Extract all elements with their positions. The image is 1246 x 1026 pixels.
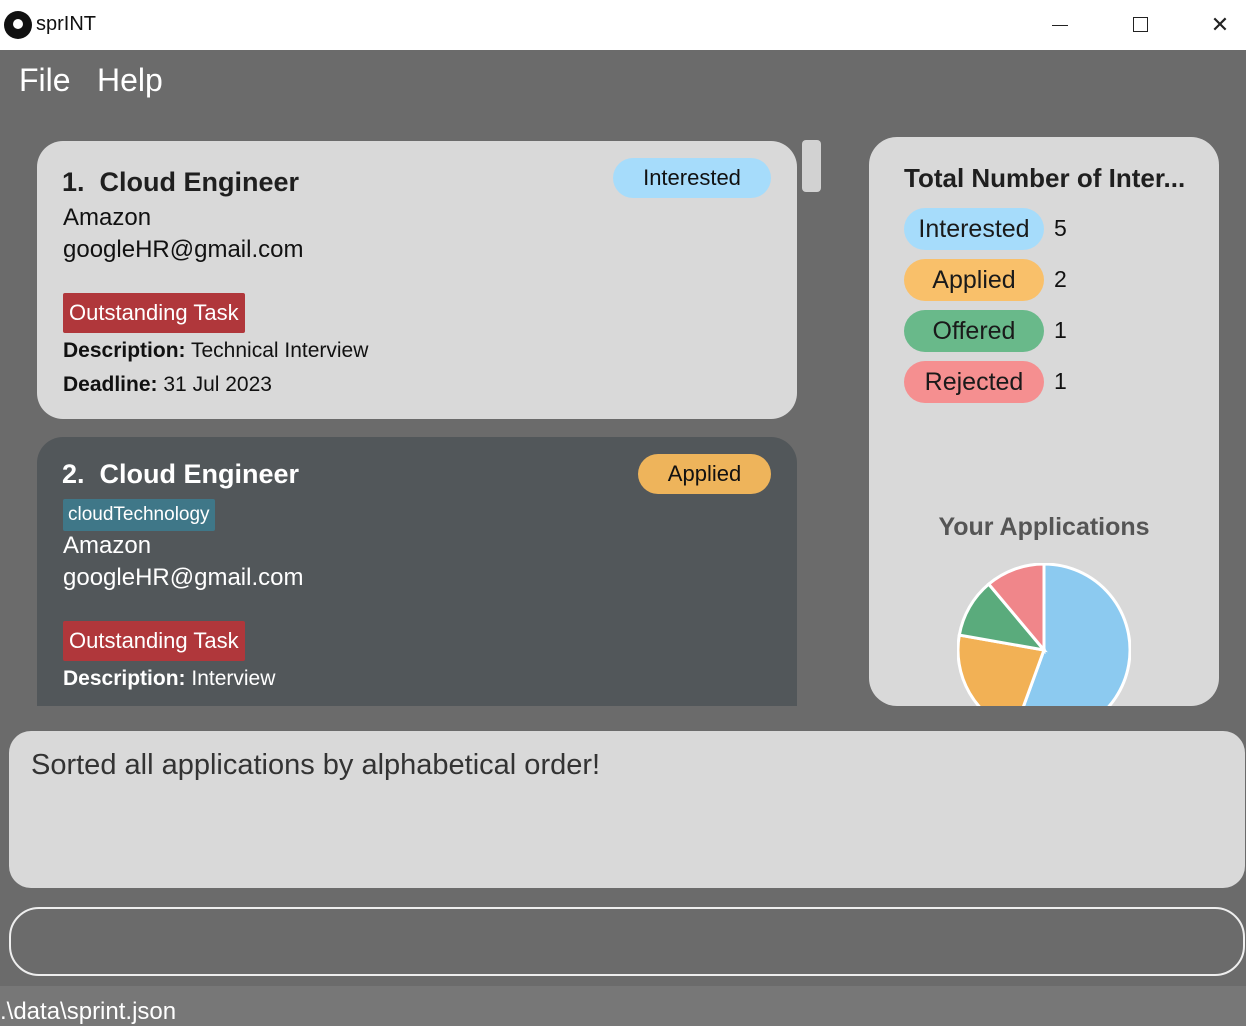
maximize-icon	[1132, 17, 1148, 32]
menu-bar: File Help	[0, 50, 1246, 110]
card-role: Cloud Engineer	[99, 167, 300, 197]
company-name: Amazon	[63, 204, 152, 231]
company-name: Amazon	[63, 532, 152, 559]
application-card[interactable]: 2. Cloud Engineer Applied cloudTechnolog…	[37, 437, 797, 706]
card-role: Cloud Engineer	[99, 459, 300, 489]
stat-count: 2	[1054, 266, 1067, 292]
stat-count: 1	[1054, 317, 1067, 343]
contact-email: googleHR@gmail.com	[63, 564, 304, 591]
card-title: 1. Cloud Engineer	[62, 167, 299, 198]
close-button[interactable]: ✕	[1190, 0, 1246, 50]
stats-title: Total Number of Inter...	[904, 163, 1186, 193]
task-deadline: Deadline: 31 Jul 2023	[63, 373, 272, 397]
title-bar: sprINT ✕	[0, 0, 1246, 50]
command-input[interactable]	[9, 907, 1245, 976]
status-badge: Rejected	[904, 361, 1044, 403]
outstanding-task-tag: Outstanding Task	[63, 293, 245, 333]
status-badge: Interested	[904, 208, 1044, 250]
minimize-button[interactable]	[1030, 0, 1090, 50]
description-label: Description:	[63, 339, 186, 362]
card-index: 2.	[62, 459, 85, 489]
status-bar: .\data\sprint.json	[0, 986, 1246, 1026]
description-label: Description:	[63, 667, 186, 690]
menu-help[interactable]: Help	[97, 62, 163, 99]
data-file-path: .\data\sprint.json	[0, 998, 177, 1025]
result-display: Sorted all applications by alphabetical …	[9, 731, 1245, 888]
outstanding-task-tag: Outstanding Task	[63, 621, 245, 661]
card-index: 1.	[62, 167, 85, 197]
list-scrollbar[interactable]	[802, 140, 821, 192]
description-value: Interview	[191, 667, 276, 690]
application-card[interactable]: 1. Cloud Engineer Interested Amazon goog…	[37, 141, 797, 419]
minimize-icon	[1052, 25, 1068, 26]
app-logo-icon	[4, 11, 32, 39]
stat-count: 1	[1054, 368, 1067, 394]
card-title: 2. Cloud Engineer	[62, 459, 299, 490]
result-message: Sorted all applications by alphabetical …	[31, 749, 601, 781]
status-badge: Interested	[613, 158, 771, 198]
stat-count: 5	[1054, 215, 1067, 241]
task-description: Description: Interview	[63, 667, 275, 691]
status-badge: Applied	[904, 259, 1044, 301]
description-value: Technical Interview	[190, 339, 369, 362]
application-list[interactable]: 1. Cloud Engineer Interested Amazon goog…	[37, 138, 797, 706]
deadline-value: 31 Jul 2023	[163, 373, 272, 396]
menu-file[interactable]: File	[19, 62, 71, 99]
chart-title: Your Applications	[938, 513, 1150, 541]
deadline-label: Deadline:	[63, 373, 158, 396]
status-badge: Applied	[638, 454, 771, 494]
close-icon: ✕	[1210, 12, 1230, 37]
statistics-panel: Total Number of Inter... Interested 5 Ap…	[869, 137, 1219, 706]
task-description: Description: Technical Interview	[63, 339, 368, 363]
window-title: sprINT	[36, 13, 96, 35]
applications-pie-chart	[957, 563, 1131, 706]
status-badge: Offered	[904, 310, 1044, 352]
tag-badge: cloudTechnology	[63, 499, 215, 531]
contact-email: googleHR@gmail.com	[63, 236, 304, 263]
maximize-button[interactable]	[1110, 0, 1170, 50]
